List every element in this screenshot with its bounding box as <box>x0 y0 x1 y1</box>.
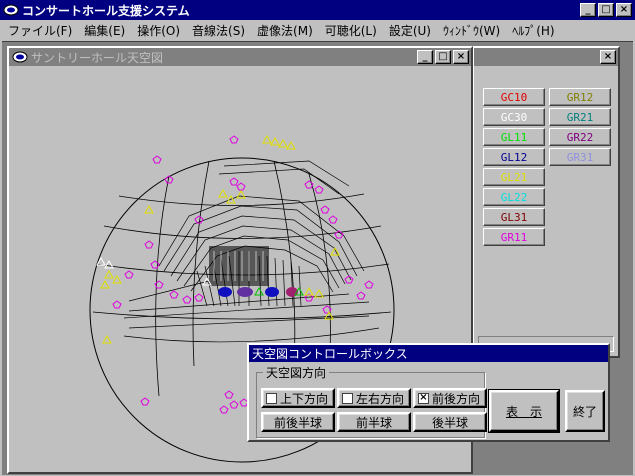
app-maximize-button[interactable]: □ <box>598 3 614 17</box>
app-title: コンサートホール支援システム <box>22 3 190 18</box>
menu-window[interactable]: ｳｨﾝﾄﾞｳ(W) <box>437 22 506 40</box>
group-gl31-button[interactable]: GL31 <box>483 208 545 226</box>
group-gl22-button[interactable]: GL22 <box>483 188 545 206</box>
menu-bar: ファイル(F) 編集(E) 操作(O) 音線法(S) 虚像法(M) 可聴化(L)… <box>0 21 635 40</box>
check-horizontal-label: 左右方向 <box>356 391 405 406</box>
display-button-label: 表 示 <box>505 404 542 419</box>
app-minimize-button[interactable]: _ <box>580 3 596 17</box>
control-box-title-bar: 天空図コントロールボックス <box>249 345 608 362</box>
check-front-back-box[interactable]: × <box>418 392 429 404</box>
sky-maximize-button[interactable]: □ <box>435 50 451 64</box>
app-icon <box>3 4 19 16</box>
group-panel-window: × GC10 GR12 GC30 GR21 GL11 GR22 GL12 GR3… <box>472 46 620 358</box>
menu-image-method[interactable]: 虚像法(M) <box>251 22 319 40</box>
sky-window-title-bar: サントリーホール天空図 _ □ × <box>9 48 471 66</box>
menu-auralization[interactable]: 可聴化(L) <box>319 22 383 40</box>
menu-edit[interactable]: 編集(E) <box>78 22 131 40</box>
sky-minimize-button[interactable]: _ <box>417 50 433 64</box>
menu-ray-method[interactable]: 音線法(S) <box>186 22 251 40</box>
direction-group-label: 天空図方向 <box>263 364 330 381</box>
group-panel-close-button[interactable]: × <box>600 50 616 64</box>
group-gr12-button[interactable]: GR12 <box>549 88 611 106</box>
close-button[interactable]: 終了 <box>565 390 605 432</box>
menu-operation[interactable]: 操作(O) <box>131 22 186 40</box>
control-box: 天空図コントロールボックス 天空図方向 上下方向 左右方向 × 前後方向 前後半… <box>247 343 610 442</box>
menu-settings[interactable]: 設定(U) <box>383 22 437 40</box>
group-gl11-button[interactable]: GL11 <box>483 128 545 146</box>
group-gl21-button[interactable]: GL21 <box>483 168 545 186</box>
group-panel-title-bar: × <box>474 48 618 66</box>
front-back-hemisphere-button[interactable]: 前後半球 <box>261 412 335 432</box>
check-vertical-label: 上下方向 <box>280 391 329 406</box>
back-hemisphere-button[interactable]: 後半球 <box>413 412 487 432</box>
group-gr11-button[interactable]: GR11 <box>483 228 545 246</box>
group-gr21-button[interactable]: GR21 <box>549 108 611 126</box>
check-vertical[interactable]: 上下方向 <box>261 388 335 408</box>
display-button[interactable]: 表 示 <box>488 389 560 433</box>
check-front-back[interactable]: × 前後方向 <box>413 388 487 408</box>
check-front-back-label: 前後方向 <box>432 391 481 406</box>
group-gc10-button[interactable]: GC10 <box>483 88 545 106</box>
app-close-button[interactable]: × <box>616 3 632 17</box>
group-gr22-button[interactable]: GR22 <box>549 128 611 146</box>
check-horizontal-box[interactable] <box>342 392 353 404</box>
group-gr31-button[interactable]: GR31 <box>549 148 611 166</box>
sky-window-title: サントリーホール天空図 <box>31 50 164 65</box>
front-hemisphere-button[interactable]: 前半球 <box>337 412 411 432</box>
menu-file[interactable]: ファイル(F) <box>2 22 78 40</box>
control-box-title: 天空図コントロールボックス <box>252 347 408 361</box>
menu-help[interactable]: ﾍﾙﾌﾟ(H) <box>506 22 560 40</box>
check-vertical-box[interactable] <box>266 392 277 404</box>
sky-window-icon <box>12 51 28 63</box>
app-title-bar: コンサートホール支援システム _ □ × <box>0 0 635 20</box>
check-horizontal[interactable]: 左右方向 <box>337 388 411 408</box>
group-gc30-button[interactable]: GC30 <box>483 108 545 126</box>
sky-close-button[interactable]: × <box>453 50 469 64</box>
group-gl12-button[interactable]: GL12 <box>483 148 545 166</box>
